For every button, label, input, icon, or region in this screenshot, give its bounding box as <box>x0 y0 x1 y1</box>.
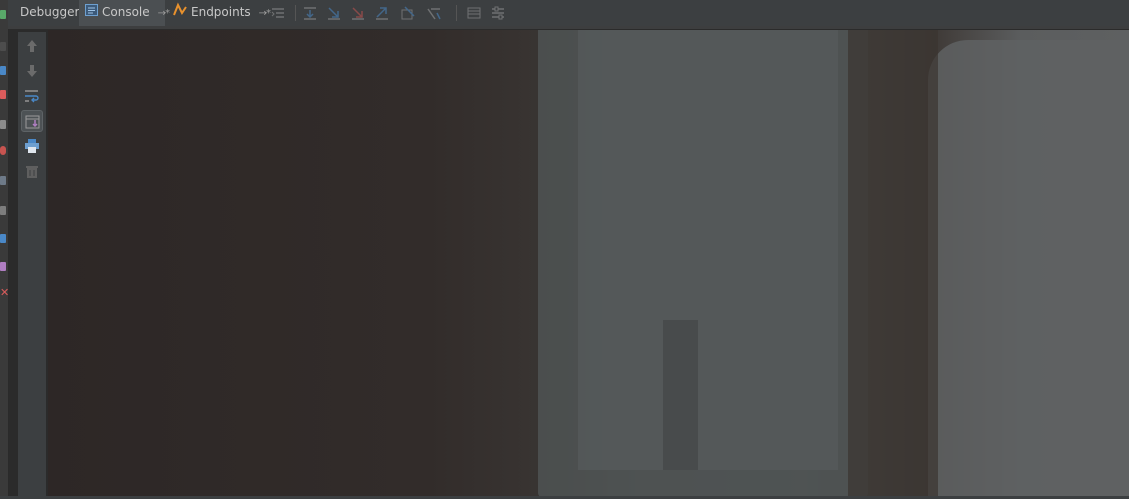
background-image-detail <box>848 30 938 497</box>
mute-breakpoints-icon[interactable] <box>0 146 6 155</box>
header-divider <box>8 26 1129 29</box>
background-image-detail <box>928 40 1129 497</box>
evaluate-expression-icon[interactable] <box>426 5 442 21</box>
camera-icon[interactable] <box>0 176 6 185</box>
resume-icon[interactable] <box>0 10 6 19</box>
up-arrow-icon[interactable] <box>21 35 43 57</box>
step-out-icon[interactable] <box>374 5 390 21</box>
memory-icon[interactable] <box>0 206 6 215</box>
tab-endpoints[interactable]: Endpoints →* <box>167 0 276 26</box>
run-to-cursor-icon[interactable] <box>400 5 416 21</box>
view-breakpoints-icon[interactable] <box>0 120 6 129</box>
tab-endpoints-label: Endpoints <box>191 5 251 19</box>
settings-icon[interactable] <box>0 234 6 243</box>
pin-icon[interactable] <box>0 262 6 271</box>
tab-debugger[interactable]: Debugger <box>14 0 85 26</box>
pause-icon[interactable] <box>0 42 6 51</box>
background-image-detail <box>663 320 698 470</box>
force-step-into-icon[interactable] <box>350 5 366 21</box>
console-side-toolbar <box>18 32 46 497</box>
step-over-icon[interactable] <box>302 5 318 21</box>
pin-tab-icon[interactable]: →* <box>259 8 271 19</box>
tab-console[interactable]: Console →* <box>79 0 170 26</box>
soft-wrap-icon[interactable] <box>21 85 43 107</box>
console-icon <box>85 0 98 25</box>
print-icon[interactable] <box>21 135 43 157</box>
console-output[interactable] <box>48 30 1129 497</box>
background-image-detail <box>578 30 838 470</box>
down-arrow-icon[interactable] <box>21 60 43 82</box>
scroll-to-end-icon[interactable] <box>21 110 43 132</box>
step-into-icon[interactable] <box>326 5 342 21</box>
rerun-icon[interactable] <box>0 90 6 99</box>
close-icon[interactable]: ✕ <box>0 287 9 298</box>
debug-tool-window-header: Debugger Console →* Endpoints →* <box>8 0 1129 27</box>
tab-console-label: Console <box>102 5 150 19</box>
stop-icon[interactable] <box>0 66 6 75</box>
tab-debugger-label: Debugger <box>20 5 80 19</box>
endpoints-icon <box>173 0 187 25</box>
frames-icon[interactable] <box>466 5 482 21</box>
settings-icon[interactable] <box>490 5 506 21</box>
toolbar-separator <box>295 5 296 21</box>
show-execution-point-icon[interactable] <box>270 5 286 21</box>
tool-window-strip: ✕ <box>0 0 9 499</box>
toolbar-separator <box>456 5 457 21</box>
trash-icon[interactable] <box>21 160 43 182</box>
